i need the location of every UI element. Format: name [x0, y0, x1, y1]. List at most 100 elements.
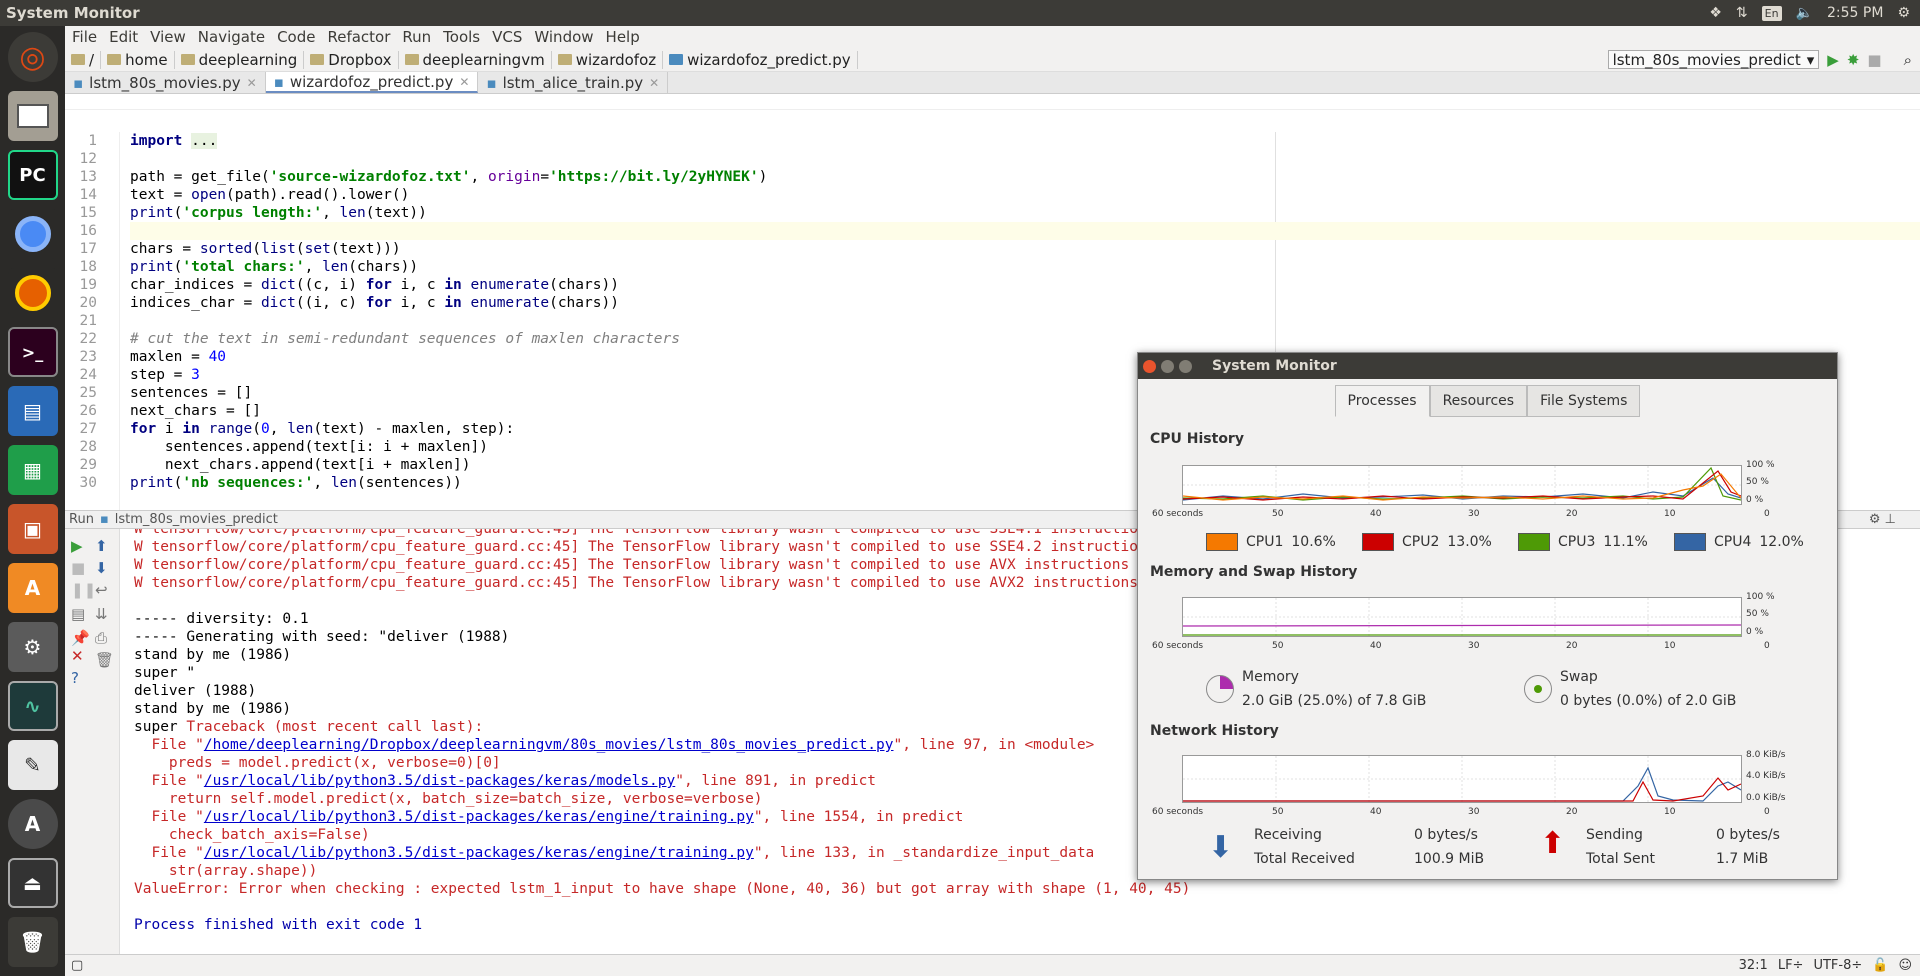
traceback-file-link[interactable]: /home/deeplearning/Dropbox/deeplearningv… — [204, 737, 894, 753]
breadcrumb-home[interactable]: home — [101, 50, 175, 69]
clock[interactable]: 2:55 PM — [1827, 5, 1883, 21]
close-window-button[interactable] — [1143, 359, 1156, 373]
libreoffice-impress-icon[interactable]: ▣ — [7, 504, 58, 554]
clear-all-icon[interactable]: 🗑 — [95, 651, 114, 669]
cpu4-color-swatch[interactable] — [1674, 533, 1706, 551]
close-icon[interactable]: ✕ — [649, 76, 659, 90]
cpu3-color-swatch[interactable] — [1518, 533, 1550, 551]
pause-icon[interactable]: ❚❚ — [71, 581, 96, 599]
tab-wizardofoz-predict[interactable]: ▪ wizardofoz_predict.py ✕ — [265, 72, 479, 93]
tab-file-systems[interactable]: File Systems — [1527, 385, 1641, 417]
breadcrumb-wizardofoz[interactable]: wizardofoz — [552, 50, 664, 69]
memory-history-heading: Memory and Swap History — [1150, 564, 1358, 580]
receiving-arrow-icon[interactable]: ⬇ — [1208, 833, 1233, 863]
tab-lstm-alice-train[interactable]: ▪ lstm_alice_train.py ✕ — [478, 72, 669, 93]
close-icon[interactable]: ✕ — [247, 76, 257, 90]
menu-file[interactable]: File — [67, 28, 102, 46]
cursor-position[interactable]: 32:1 — [1739, 958, 1768, 973]
ubuntu-logo-icon[interactable]: ◎ — [7, 32, 58, 82]
sending-arrow-icon[interactable]: ⬆ — [1540, 829, 1565, 859]
inspector-icon[interactable]: ☺ — [1898, 958, 1912, 973]
menu-help[interactable]: Help — [601, 28, 645, 46]
menu-run[interactable]: Run — [397, 28, 436, 46]
search-icon[interactable]: ⌕ — [1904, 51, 1912, 69]
menu-window[interactable]: Window — [529, 28, 598, 46]
restore-layout-icon[interactable]: ▤ — [71, 605, 85, 623]
file-encoding[interactable]: UTF-8÷ — [1813, 958, 1862, 973]
menu-view[interactable]: View — [145, 28, 191, 46]
menu-vcs[interactable]: VCS — [487, 28, 527, 46]
pin-icon[interactable]: 📌 — [71, 629, 90, 647]
breadcrumb-deeplearningvm[interactable]: deeplearningvm — [399, 50, 552, 69]
folder-icon — [310, 54, 325, 65]
libreoffice-calc-icon[interactable]: ▦ — [7, 445, 58, 495]
breadcrumb-root[interactable]: / — [65, 50, 102, 69]
menu-code[interactable]: Code — [272, 28, 320, 46]
software-center-icon[interactable]: A — [7, 563, 58, 613]
total-received-value: 100.9 MiB — [1414, 851, 1485, 867]
run-configuration-select[interactable]: lstm_80s_movies_predict ▾ — [1607, 50, 1820, 69]
software-updater-icon[interactable]: A — [7, 799, 58, 849]
print-icon[interactable]: ⎙ — [95, 629, 107, 647]
mem-x-tick: 30 — [1468, 641, 1480, 651]
trash-icon[interactable]: 🗑 — [7, 917, 58, 967]
breadcrumb-dropbox[interactable]: Dropbox — [304, 50, 399, 69]
traceback-file-link[interactable]: /usr/local/lib/python3.5/dist-packages/k… — [204, 845, 754, 861]
breadcrumb-file[interactable]: wizardofoz_predict.py — [663, 50, 858, 69]
pycharm-icon[interactable]: PC — [7, 150, 58, 200]
terminal-icon[interactable]: >_ — [7, 327, 58, 377]
close-icon[interactable]: ✕ — [459, 75, 469, 89]
settings-gear-icon[interactable]: ⚙ ⊥ — [1869, 512, 1920, 527]
menu-tools[interactable]: Tools — [438, 28, 485, 46]
tab-processes[interactable]: Processes — [1334, 385, 1430, 417]
soft-wrap-icon[interactable]: ↩ — [95, 581, 108, 599]
scroll-to-end-icon[interactable]: ⇊ — [95, 605, 108, 623]
cpu2-color-swatch[interactable] — [1362, 533, 1394, 551]
traceback-file-link[interactable]: /usr/local/lib/python3.5/dist-packages/k… — [204, 773, 675, 789]
dropbox-icon[interactable]: ❖ — [1709, 5, 1722, 21]
firefox-icon[interactable] — [7, 268, 58, 318]
editor-breadcrumb-strip — [65, 94, 1920, 110]
network-icon[interactable]: ⇅ — [1736, 5, 1748, 21]
menu-edit[interactable]: Edit — [104, 28, 143, 46]
window-titlebar[interactable]: System Monitor — [1138, 353, 1837, 379]
cpu-x-tick: 30 — [1468, 509, 1480, 519]
tab-lstm-80s-movies[interactable]: ▪ lstm_80s_movies.py ✕ — [65, 72, 266, 93]
sending-rate: 0 bytes/s — [1716, 827, 1780, 843]
system-settings-icon[interactable]: ⚙ — [7, 622, 58, 672]
stop-icon[interactable]: ■ — [1867, 51, 1881, 69]
help-icon[interactable]: ? — [71, 669, 79, 687]
maximize-window-button[interactable] — [1179, 359, 1192, 373]
keyboard-layout-indicator[interactable]: En — [1761, 5, 1782, 21]
menu-refactor[interactable]: Refactor — [322, 28, 395, 46]
close-icon[interactable]: ✕ — [71, 647, 84, 665]
text-editor-icon[interactable]: ✎ — [7, 740, 58, 790]
volume-icon[interactable]: 🔈 — [1796, 5, 1813, 21]
lock-icon[interactable]: 🔓 — [1872, 958, 1888, 973]
stop-icon[interactable]: ■ — [71, 559, 85, 577]
menu-navigate[interactable]: Navigate — [193, 28, 270, 46]
minimize-window-button[interactable] — [1161, 359, 1174, 373]
debug-icon[interactable]: ✸ — [1847, 51, 1860, 69]
swap-pie-icon[interactable] — [1524, 675, 1552, 703]
scroll-down-icon[interactable]: ⬇ — [95, 559, 108, 577]
cpu1-color-swatch[interactable] — [1206, 533, 1238, 551]
system-monitor-icon[interactable]: ∿ — [7, 681, 58, 731]
traceback-file-link[interactable]: /usr/local/lib/python3.5/dist-packages/k… — [204, 809, 754, 825]
breadcrumb-deeplearning[interactable]: deeplearning — [175, 50, 305, 69]
line-number-gutter: 1 12 13 14 15 16 17 18 19 20 21 22 23 24 25 26 27 28 29 30 — [65, 132, 120, 510]
status-panel-toggle-icon[interactable]: ▢ — [71, 958, 83, 973]
rerun-icon[interactable]: ▶ — [71, 537, 83, 555]
usb-drive-icon[interactable]: ⏏ — [7, 858, 58, 908]
scroll-up-icon[interactable]: ⬆ — [95, 537, 108, 555]
memory-pie-icon[interactable] — [1206, 675, 1234, 703]
swap-value: 0 bytes (0.0%) of 2.0 GiB — [1560, 693, 1737, 709]
run-icon[interactable]: ▶ — [1827, 51, 1839, 69]
settings-gear-icon[interactable]: ⚙ — [1897, 5, 1910, 21]
files-icon[interactable] — [7, 91, 58, 141]
line-separator[interactable]: LF÷ — [1778, 958, 1804, 973]
libreoffice-writer-icon[interactable]: ▤ — [7, 386, 58, 436]
tab-resources[interactable]: Resources — [1429, 385, 1528, 417]
chromium-icon[interactable] — [7, 209, 58, 259]
